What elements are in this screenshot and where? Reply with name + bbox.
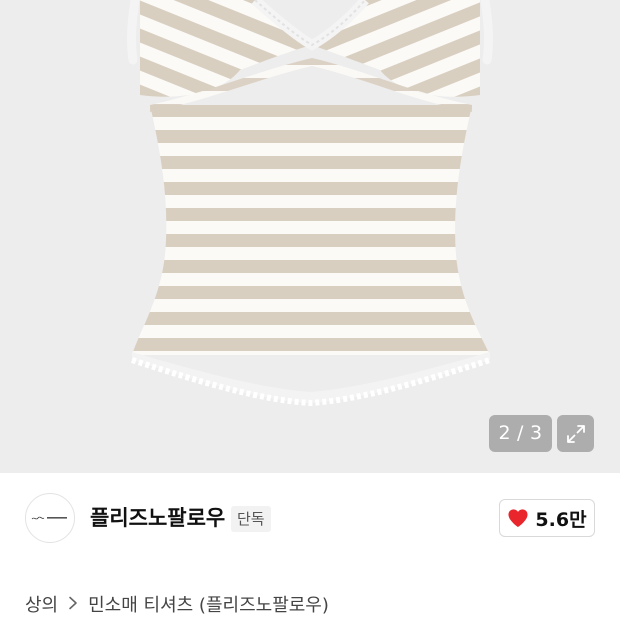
image-page-counter: 2/3 [489,415,552,452]
brand-row: 플리즈노팔로우 단독 5.6만 [0,473,620,563]
product-detail-page: 2/3 플리즈노팔로우 단독 5.6만 상의 민소매 티셔츠 (플리즈노팔로우) [0,0,620,620]
exclusive-badge: 단독 [231,506,271,532]
total-pages: 3 [529,422,543,444]
garment-body [132,105,490,355]
current-page: 2 [498,422,512,444]
left-strap-lace [127,0,140,65]
right-strap-lace [480,0,493,65]
breadcrumb-subcategory[interactable]: 민소매 티셔츠 (플리즈노팔로우) [88,591,329,617]
left-cup [140,0,312,97]
breadcrumb-category[interactable]: 상의 [25,591,58,617]
chevron-right-icon [68,594,78,615]
expand-image-button[interactable] [557,415,594,452]
brand-logo-mark [31,516,67,520]
page-separator: / [517,422,524,444]
expand-icon [566,424,585,443]
product-photo [127,0,493,407]
brand-logo[interactable] [25,493,75,543]
brand-name[interactable]: 플리즈노팔로우 [90,502,225,534]
like-button[interactable]: 5.6만 [499,499,595,537]
breadcrumb: 상의 민소매 티셔츠 (플리즈노팔로우) [25,590,329,618]
heart-icon [508,509,528,528]
right-cup [312,0,480,97]
like-count: 5.6만 [535,508,587,531]
product-image-gallery[interactable]: 2/3 [0,0,620,473]
